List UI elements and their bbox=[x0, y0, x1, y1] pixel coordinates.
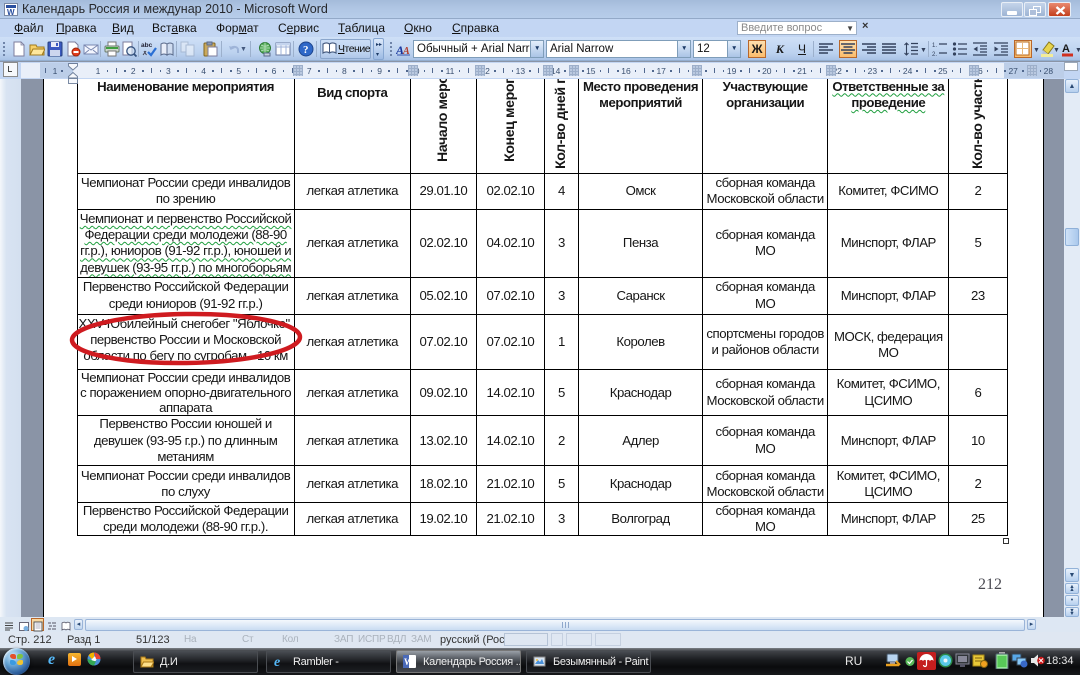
svg-text:abc: abc bbox=[141, 42, 153, 49]
svg-text:W: W bbox=[404, 657, 413, 667]
svg-text:А: А bbox=[1062, 43, 1070, 55]
svg-text:1.: 1. bbox=[932, 43, 937, 49]
svg-text:2.: 2. bbox=[932, 52, 937, 57]
svg-text:?: ? bbox=[303, 44, 309, 56]
